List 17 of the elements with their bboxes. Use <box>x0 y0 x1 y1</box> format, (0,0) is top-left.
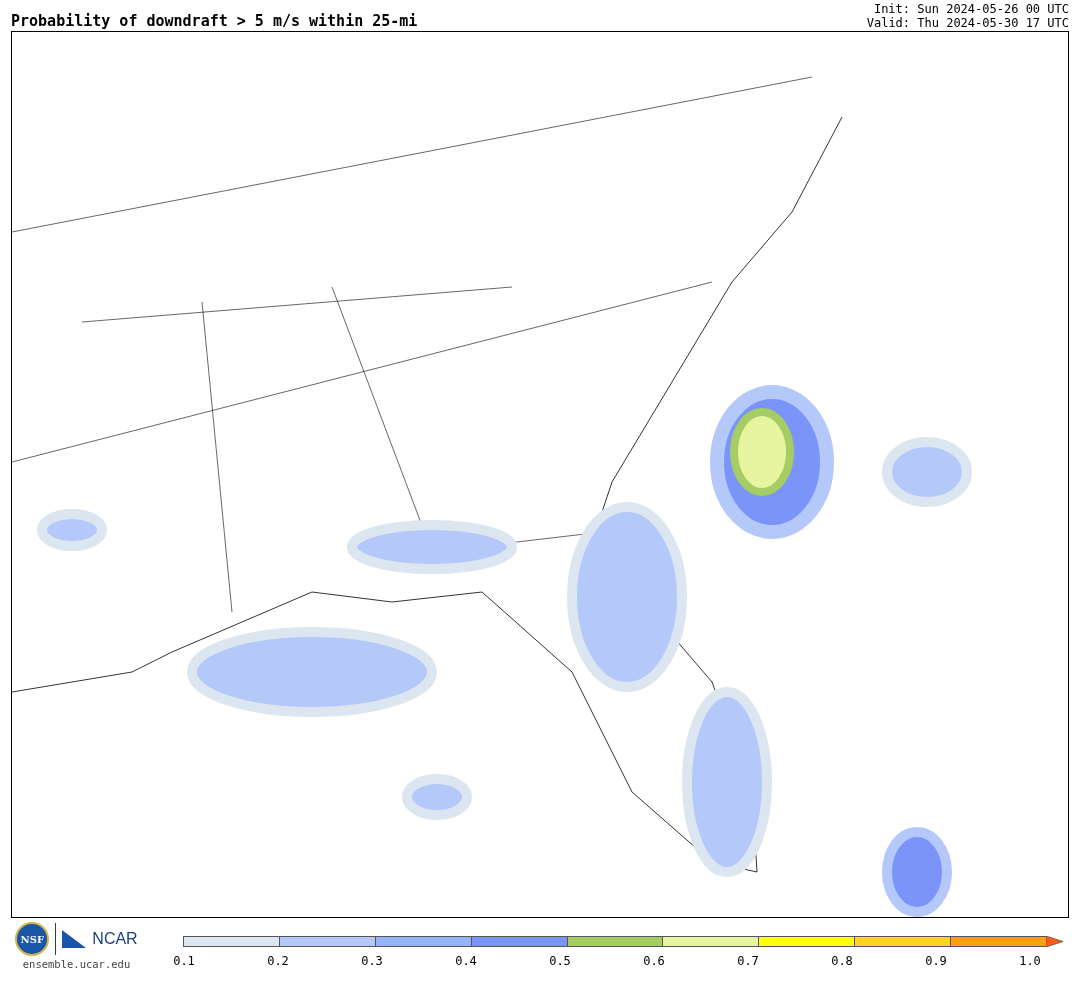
scale-tick-label: 0.2 <box>266 954 290 968</box>
scale-tick-label: 1.0 <box>1018 954 1042 968</box>
scale-tick-label: 0.8 <box>830 954 854 968</box>
scale-tick-label: 0.7 <box>736 954 760 968</box>
scale-tick-label: 0.1 <box>172 954 196 968</box>
scale-tick-label: 0.9 <box>924 954 948 968</box>
website-url: ensemble.ucar.edu <box>22 958 131 970</box>
triangle-icon <box>62 930 87 948</box>
nsf-logo: NSF <box>15 922 50 956</box>
chart-title: Probability of downdraft > 5 m/s within 25-mi <box>11 12 418 30</box>
scale-tick-label: 0.6 <box>642 954 666 968</box>
valid-time: Valid: Thu 2024-05-30 17 UTC <box>866 16 1069 30</box>
scale-tick-label: 0.4 <box>454 954 478 968</box>
ncar-logo: NCAR <box>92 930 138 948</box>
init-time: Init: Sun 2024-05-26 00 UTC <box>873 2 1069 16</box>
scale-tick-label: 0.5 <box>548 954 572 968</box>
scale-tick-label: 0.3 <box>360 954 384 968</box>
